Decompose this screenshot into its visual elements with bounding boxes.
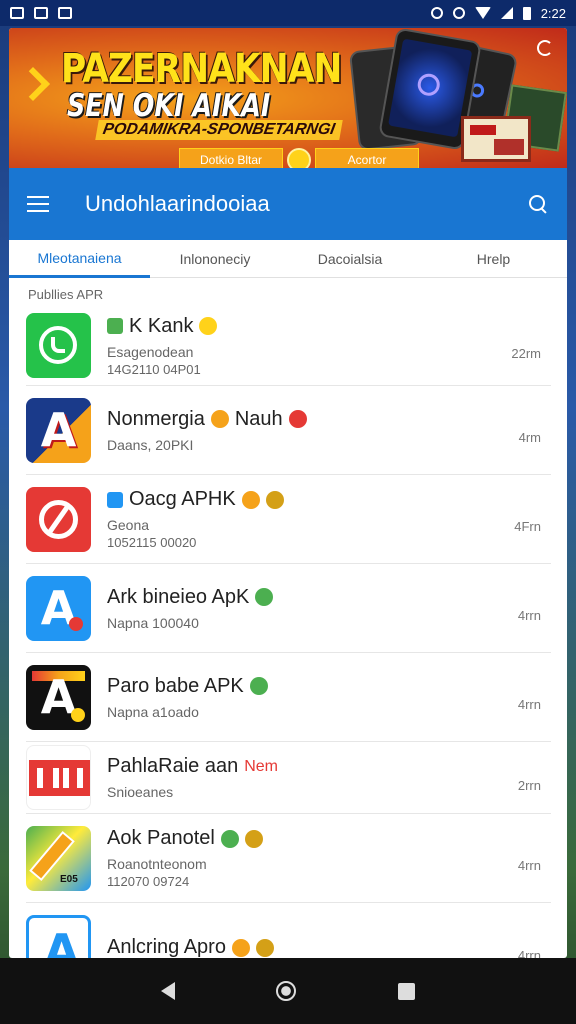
wifi-icon xyxy=(474,7,491,19)
app-store-card: PAZERNAKNAN SEN OKI AIKAI PODAMIKRA-SPON… xyxy=(9,28,567,958)
blue-a-icon: A xyxy=(26,575,91,641)
app-name-suffix: Nauh xyxy=(234,407,283,430)
tab-2[interactable]: Dacoialsia xyxy=(280,240,420,278)
app-name: Paro babe APK xyxy=(107,674,244,697)
coin-icon xyxy=(255,938,274,957)
emoji-icon xyxy=(210,410,229,428)
app-name: Oacg APHK xyxy=(129,488,236,510)
notification-icon xyxy=(10,7,24,19)
list-item[interactable]: A Paro babe APK Napna a1oado 4rrn xyxy=(26,653,551,742)
image-icon xyxy=(58,7,72,19)
tab-1[interactable]: Inlononeciy xyxy=(150,240,280,278)
home-icon[interactable] xyxy=(276,981,297,1001)
app-size: 4rrn xyxy=(517,947,541,959)
app-size: 2rrn xyxy=(517,777,541,793)
navigation-bar xyxy=(0,958,576,1024)
list-item[interactable]: A Nonmergia Nauh Daans, 20PKI 4rm xyxy=(26,386,551,475)
page-title: Undohlaarindooiaa xyxy=(85,191,270,216)
back-icon[interactable] xyxy=(160,982,175,1000)
data-saver-icon xyxy=(452,7,465,19)
app-name: K Kank xyxy=(129,314,194,337)
clock: 2:22 xyxy=(540,5,566,21)
app-details: 1052115 00020 xyxy=(107,535,197,550)
dark-a-icon: A xyxy=(26,664,91,730)
app-size: 4rrn xyxy=(517,697,541,712)
coin-icon xyxy=(287,148,311,168)
app-developer: Geona xyxy=(107,517,150,533)
app-developer: Daans, 20PKI xyxy=(107,436,194,453)
refresh-icon[interactable] xyxy=(537,40,553,56)
status-bar: 2:22 xyxy=(0,0,576,26)
flag-icon xyxy=(107,491,123,508)
app-name: Ark bineieo ApK xyxy=(107,585,250,608)
hamburger-menu-icon[interactable] xyxy=(27,196,49,212)
list-item[interactable]: E05 Aok Panotel Roanotnteonom 112070 097… xyxy=(26,814,551,903)
list-item[interactable]: PahlaRaie aan Nem Snioeanes 2rrn xyxy=(26,742,551,814)
app-name: Aok Panotel xyxy=(107,827,215,849)
tab-bar: Mleotanaiena Inlononeciy Dacoialsia Hrel… xyxy=(9,240,567,278)
app-list: K Kank Esagenodean 14G2110 04P01 22rm A … xyxy=(9,306,567,958)
sun-icon xyxy=(241,490,260,509)
emoji-icon xyxy=(199,317,218,335)
promo-banner[interactable]: PAZERNAKNAN SEN OKI AIKAI PODAMIKRA-SPON… xyxy=(9,28,567,168)
app-details: 14G2110 04P01 xyxy=(107,361,201,377)
app-size: 4Frn xyxy=(514,519,541,534)
app-bar: Undohlaarindooiaa xyxy=(9,168,567,240)
app-developer: Napna 100040 xyxy=(107,614,199,631)
outline-a-icon: A xyxy=(26,915,91,958)
new-badge: Nem xyxy=(244,757,278,775)
banner-right-button[interactable]: Acortor xyxy=(315,148,419,168)
list-item[interactable]: A Ark bineieo ApK Napna 100040 4rrn xyxy=(26,564,551,653)
app-name: Nonmergia xyxy=(107,407,205,430)
battery-icon xyxy=(522,6,531,20)
chevron-right-icon xyxy=(16,67,50,101)
banner-title: PAZERNAKNAN xyxy=(61,46,342,92)
sun-icon xyxy=(231,938,250,957)
app-name: Anlcring Apro xyxy=(107,936,226,958)
badge-icon xyxy=(249,677,268,695)
app-size: 22rm xyxy=(511,345,541,361)
pencil-icon: E05 xyxy=(26,825,91,891)
alarm-icon xyxy=(430,7,443,19)
app-size: 4rm xyxy=(518,430,541,445)
section-label: Publlies APR xyxy=(28,287,104,302)
tab-help[interactable]: Hrelp xyxy=(420,240,567,278)
app-size: 4rrn xyxy=(517,608,541,623)
banner-subtitle: SEN OKI AIKAI xyxy=(67,88,271,124)
app-details: 112070 09724 xyxy=(107,874,190,889)
a-letter-icon: A xyxy=(26,397,91,463)
flag-icon xyxy=(107,318,123,334)
search-icon[interactable] xyxy=(527,193,549,215)
app-developer: Napna a1oado xyxy=(107,703,199,720)
whatsapp-icon xyxy=(26,313,91,378)
product-box-image xyxy=(461,116,531,162)
coin-icon xyxy=(265,490,284,509)
app-name: PahlaRaie aan xyxy=(107,755,239,777)
badge-icon xyxy=(220,829,239,848)
coin-icon xyxy=(244,829,263,848)
banner-tagline: PODAMIKRA-SPONBETARNGI xyxy=(95,120,343,140)
app-developer: Roanotnteonom xyxy=(107,856,207,872)
list-item[interactable]: Oacg APHK Geona 1052115 00020 4Frn xyxy=(26,475,551,564)
app-developer: Esagenodean xyxy=(107,343,194,360)
banner-left-button[interactable]: Dotkio Bltar xyxy=(179,148,283,168)
red-bars-icon xyxy=(26,745,91,810)
badge-icon xyxy=(255,588,274,606)
tab-0[interactable]: Mleotanaiena xyxy=(9,240,150,278)
banner-buttons: Dotkio Bltar Acortor xyxy=(179,148,419,168)
signal-icon xyxy=(500,7,513,19)
recent-apps-icon[interactable] xyxy=(398,982,416,1000)
list-item[interactable]: A Anlcring Apro 4rrn xyxy=(26,903,551,958)
list-item[interactable]: K Kank Esagenodean 14G2110 04P01 22rm xyxy=(26,306,551,386)
message-icon xyxy=(34,7,48,19)
app-developer: Snioeanes xyxy=(107,784,174,800)
app-size: 4rrn xyxy=(517,858,541,873)
red-circle-icon xyxy=(26,486,91,552)
sound-icon xyxy=(288,410,307,428)
